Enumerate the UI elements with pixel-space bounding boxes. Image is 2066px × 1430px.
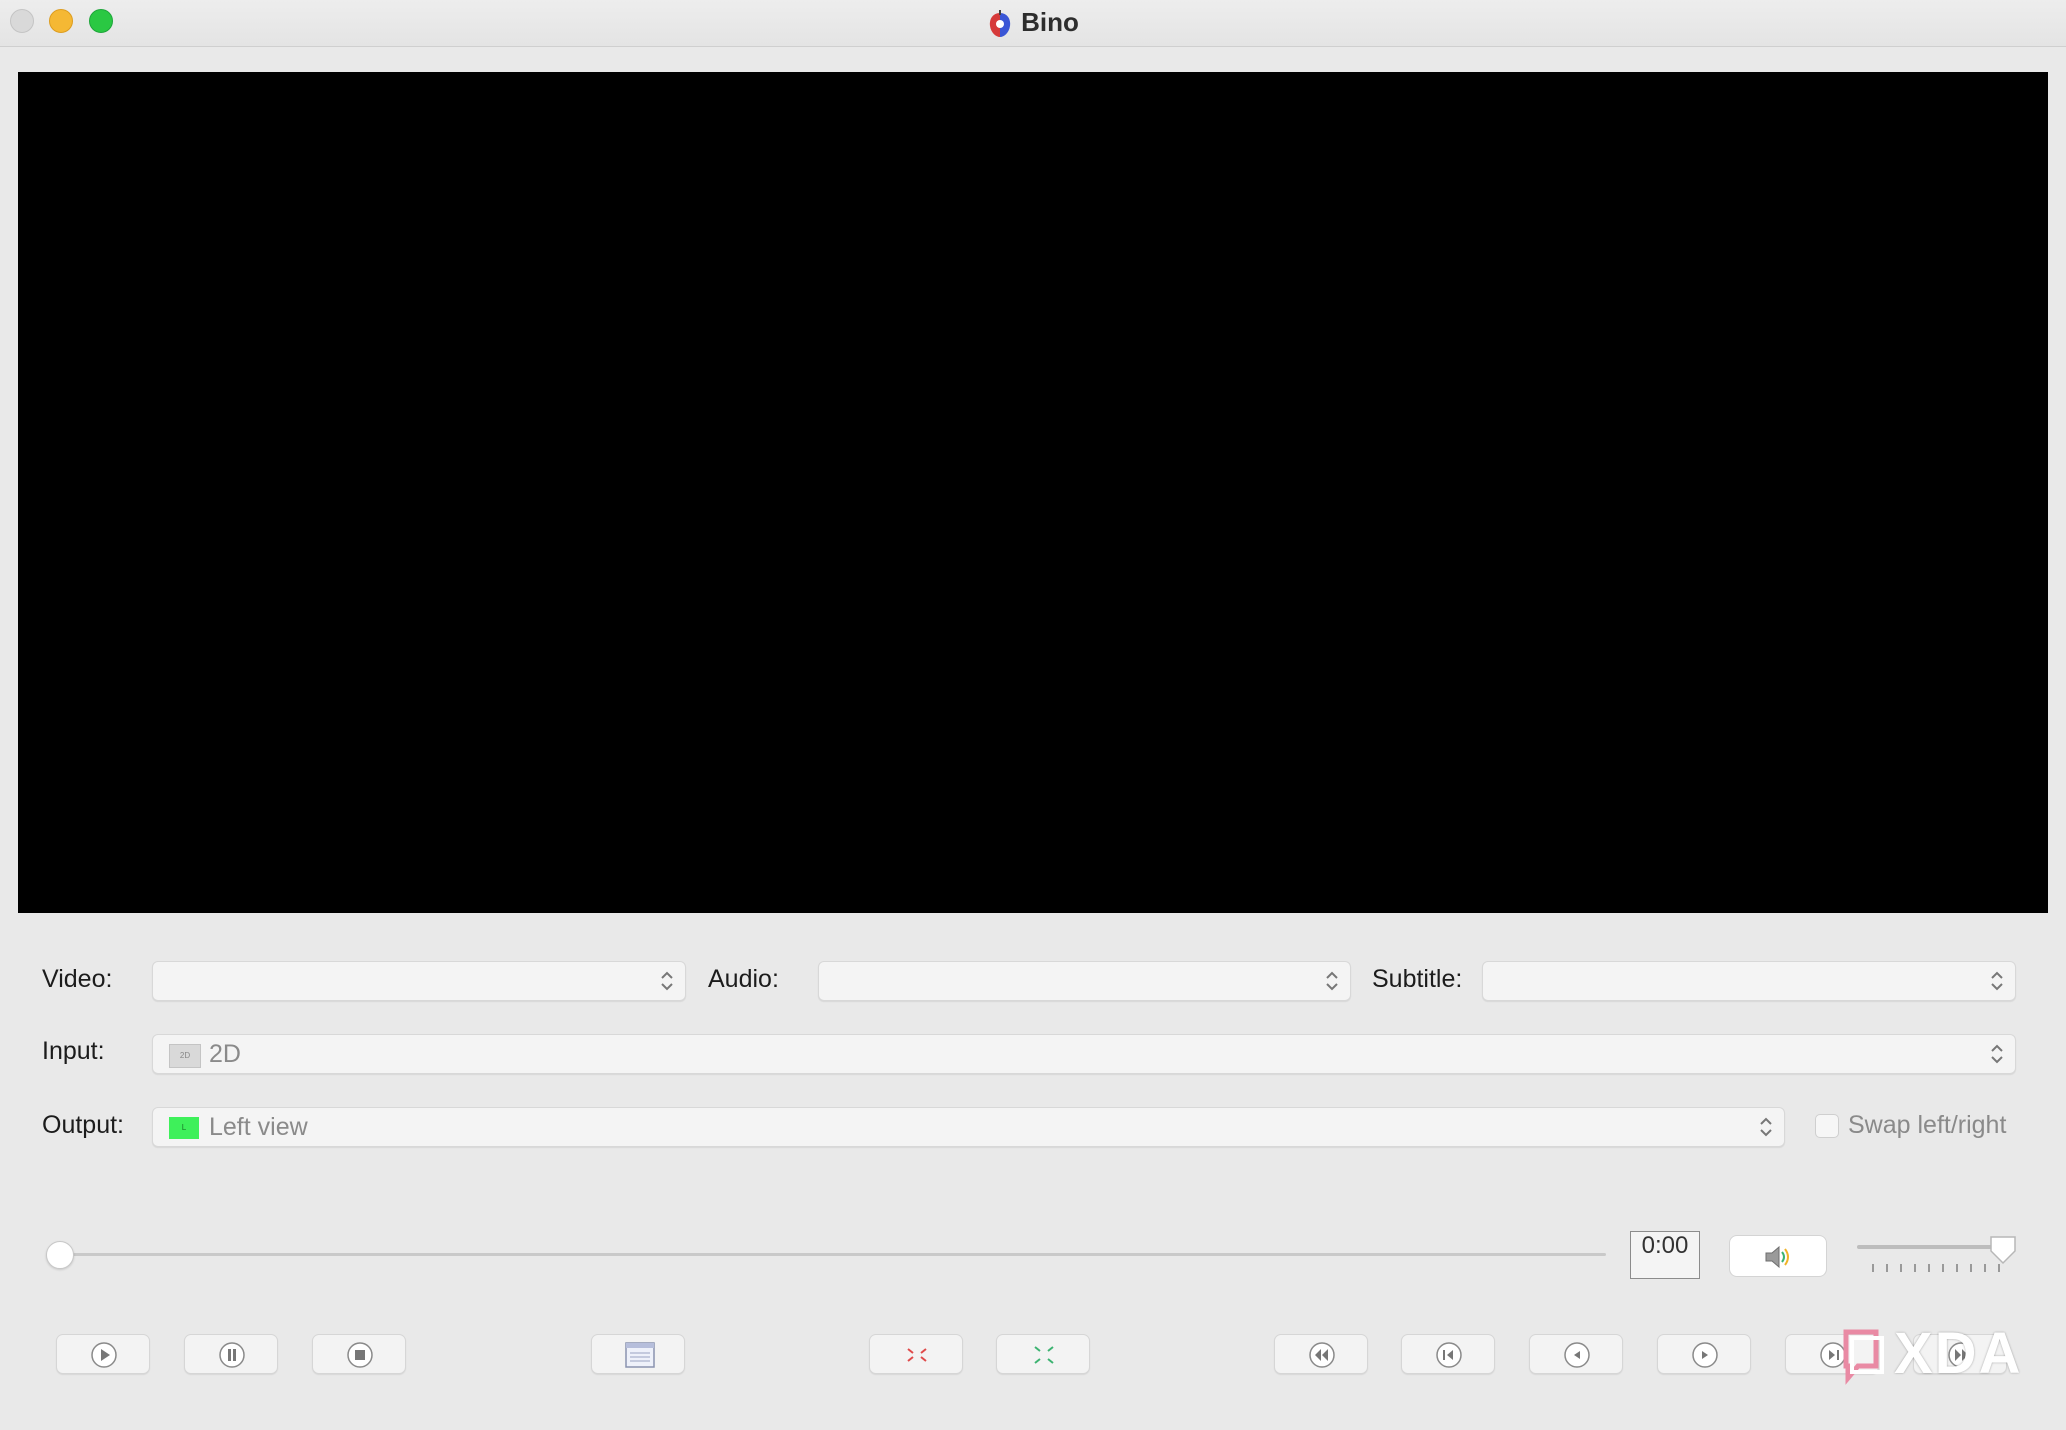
input-label: Input: — [42, 1037, 105, 1065]
zoom-out-arrows-icon — [907, 1348, 927, 1362]
volume-slider-handle[interactable] — [1988, 1234, 2018, 1266]
step-back-icon — [1564, 1342, 1590, 1368]
input-mode-select[interactable]: 2D 2D — [152, 1034, 2016, 1074]
rewind-icon — [1436, 1342, 1462, 1368]
swap-left-right-checkbox[interactable] — [1815, 1114, 1839, 1138]
time-display: 0:00 — [1630, 1231, 1700, 1279]
pause-icon — [219, 1342, 245, 1368]
input-mode-value: 2D — [209, 1040, 241, 1068]
window-title-text: Bino — [1021, 7, 1079, 37]
output-label: Output: — [42, 1111, 124, 1139]
xda-watermark: XDA — [1836, 1322, 2020, 1391]
fullscreen-button[interactable] — [591, 1334, 685, 1374]
fullscreen-window-icon — [625, 1342, 655, 1368]
up-down-chevron-icon — [1991, 971, 2003, 991]
bino-logo-icon — [989, 10, 1011, 38]
stop-button[interactable] — [312, 1334, 406, 1374]
subtitle-label: Subtitle: — [1372, 965, 1463, 993]
volume-tick-marks — [1872, 1264, 2000, 1272]
output-mode-value: Left view — [209, 1113, 308, 1141]
rewind-fast-icon — [1309, 1342, 1335, 1368]
seek-slider-handle[interactable] — [46, 1241, 74, 1269]
audio-label: Audio: — [708, 965, 779, 993]
swap-left-right-label: Swap left/right — [1848, 1111, 2007, 1139]
step-forward-icon — [1692, 1342, 1718, 1368]
input-2d-icon: 2D — [169, 1044, 201, 1068]
seek-slider-track[interactable] — [56, 1253, 1606, 1256]
zoom-in-button[interactable] — [996, 1334, 1090, 1374]
window-title: Bino — [0, 6, 2066, 39]
seek-back-1min-button[interactable] — [1401, 1334, 1495, 1374]
output-left-view-icon: L — [169, 1117, 199, 1139]
volume-slider-track[interactable] — [1857, 1245, 2007, 1249]
zoom-out-button[interactable] — [869, 1334, 963, 1374]
xda-logo-icon — [1843, 1329, 1884, 1385]
play-icon — [91, 1342, 117, 1368]
seek-back-10min-button[interactable] — [1274, 1334, 1368, 1374]
output-mode-select[interactable]: L Left view — [152, 1107, 1785, 1147]
audio-stream-select[interactable] — [818, 961, 1351, 1001]
video-display[interactable] — [18, 72, 2048, 913]
up-down-chevron-icon — [1991, 1044, 2003, 1064]
up-down-chevron-icon — [1326, 971, 1338, 991]
up-down-chevron-icon — [661, 971, 673, 991]
subtitle-stream-select[interactable] — [1482, 961, 2016, 1001]
seek-back-10s-button[interactable] — [1529, 1334, 1623, 1374]
video-label: Video: — [42, 965, 113, 993]
video-stream-select[interactable] — [152, 961, 686, 1001]
play-button[interactable] — [56, 1334, 150, 1374]
pause-button[interactable] — [184, 1334, 278, 1374]
speaker-icon — [1765, 1245, 1789, 1269]
mute-button[interactable] — [1729, 1235, 1827, 1277]
xda-watermark-text: XDA — [1894, 1321, 2023, 1386]
seek-forward-10s-button[interactable] — [1657, 1334, 1751, 1374]
stop-icon — [347, 1342, 373, 1368]
zoom-in-arrows-icon — [1034, 1346, 1054, 1364]
title-bar: Bino — [0, 0, 2066, 47]
up-down-chevron-icon — [1760, 1117, 1772, 1137]
